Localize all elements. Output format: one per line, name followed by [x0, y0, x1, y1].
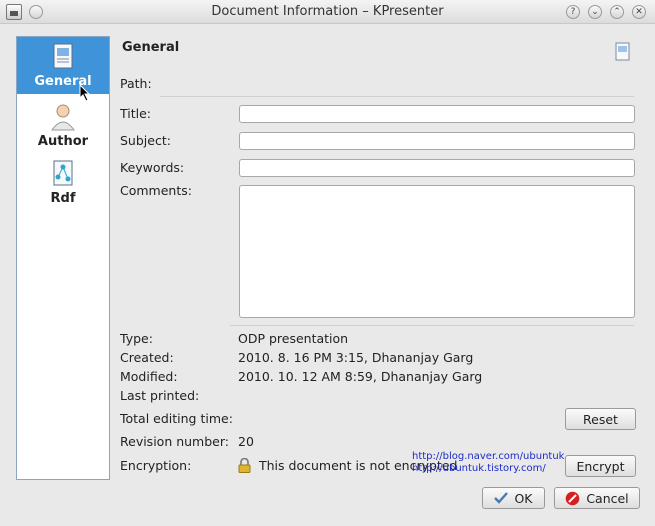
- user-avatar-icon: [51, 104, 75, 131]
- page-list: General Author Rdf: [16, 36, 110, 480]
- lock-icon: [238, 458, 251, 473]
- divider: [230, 325, 634, 326]
- watermark-url: http://ubuntuk.tistory.com/: [412, 463, 546, 474]
- revision-number-label: Revision number:: [120, 434, 229, 449]
- mouse-cursor-icon: [79, 84, 91, 102]
- last-printed-label: Last printed:: [120, 388, 200, 403]
- modified-label: Modified:: [120, 369, 178, 384]
- subject-input[interactable]: [239, 132, 635, 150]
- sidebar-item-author[interactable]: Author: [17, 97, 109, 149]
- watermark-url: http://blog.naver.com/ubuntuk: [412, 451, 565, 462]
- minimize-button[interactable]: ⌄: [588, 5, 602, 19]
- reset-button[interactable]: Reset: [565, 408, 636, 430]
- subject-label: Subject:: [120, 133, 171, 148]
- page-title: General: [122, 40, 180, 55]
- checkmark-icon: [494, 492, 509, 504]
- type-value: ODP presentation: [238, 331, 349, 346]
- titlebar: Document Information – KPresenter ? ⌄ ⌃ …: [0, 0, 655, 24]
- type-label: Type:: [120, 331, 153, 346]
- encryption-label: Encryption:: [120, 458, 192, 473]
- document-properties-icon: [53, 43, 73, 69]
- keywords-label: Keywords:: [120, 160, 185, 175]
- help-button[interactable]: ?: [566, 5, 580, 19]
- encrypt-button[interactable]: Encrypt: [565, 455, 636, 477]
- title-input[interactable]: [239, 105, 635, 123]
- comments-textarea[interactable]: [239, 185, 635, 318]
- ok-label: OK: [514, 490, 533, 506]
- rdf-graph-icon: [53, 160, 73, 186]
- cancel-label: Cancel: [586, 490, 629, 506]
- document-properties-icon: [615, 42, 630, 61]
- created-value: 2010. 8. 16 PM 3:15, Dhananjay Garg: [238, 350, 474, 365]
- sidebar-item-label: Author: [37, 134, 89, 149]
- divider: [160, 96, 634, 97]
- revision-number-value: 20: [238, 434, 254, 449]
- sidebar-item-label: General: [34, 74, 92, 89]
- path-label: Path:: [120, 76, 152, 91]
- cancel-button[interactable]: Cancel: [554, 487, 640, 509]
- modified-value: 2010. 10. 12 AM 8:59, Dhananjay Garg: [238, 369, 483, 384]
- sidebar-item-rdf[interactable]: Rdf: [17, 154, 109, 206]
- sidebar-item-label: Rdf: [50, 191, 76, 206]
- total-editing-time-label: Total editing time:: [120, 411, 233, 426]
- cancel-icon: [566, 491, 580, 505]
- ok-button[interactable]: OK: [482, 487, 545, 509]
- close-button[interactable]: ✕: [632, 5, 646, 19]
- created-label: Created:: [120, 350, 174, 365]
- maximize-button[interactable]: ⌃: [610, 5, 624, 19]
- title-label: Title:: [120, 106, 151, 121]
- sidebar-item-general[interactable]: General: [17, 37, 109, 94]
- comments-label: Comments:: [120, 183, 192, 198]
- window-title: Document Information – KPresenter: [211, 4, 444, 19]
- keywords-input[interactable]: [239, 159, 635, 177]
- document-info-dialog: Document Information – KPresenter ? ⌄ ⌃ …: [0, 0, 655, 526]
